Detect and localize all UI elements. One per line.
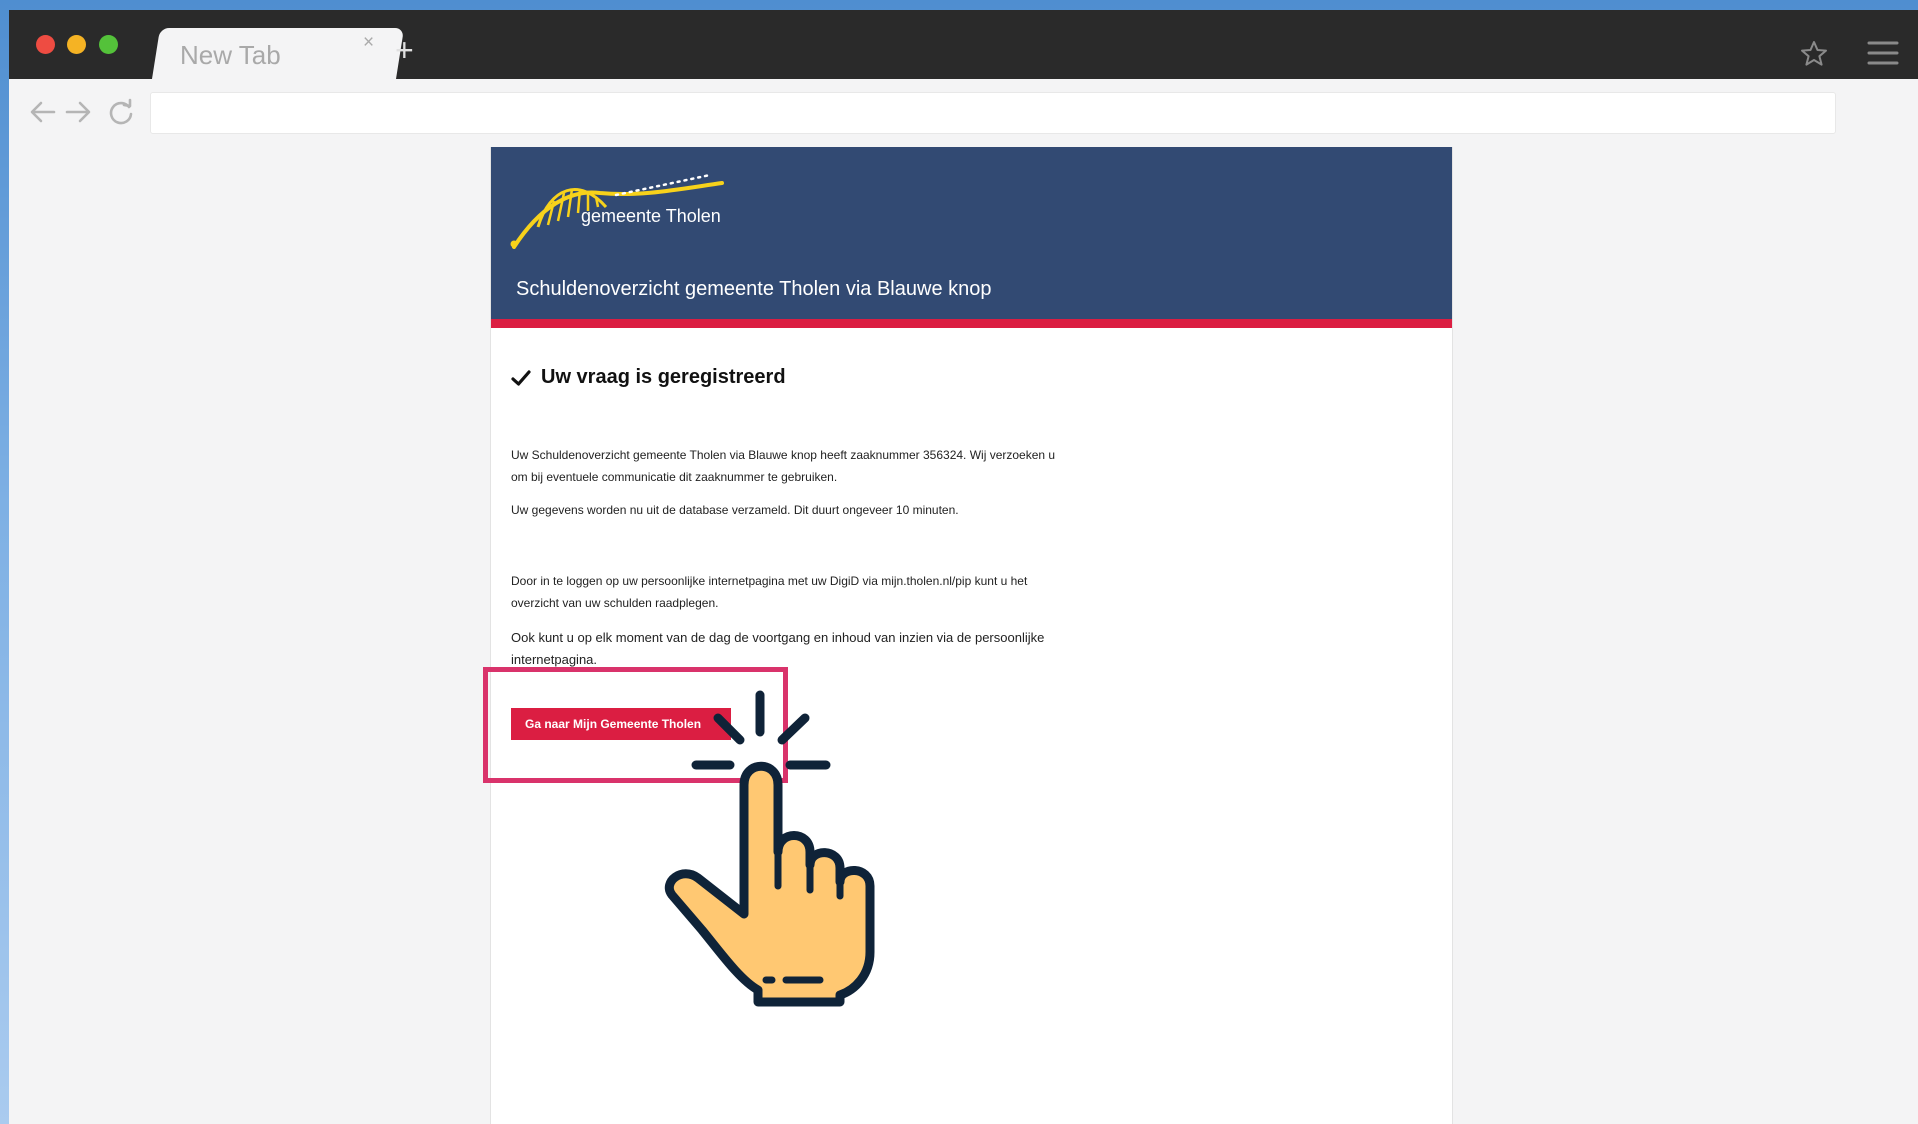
forward-arrow-icon[interactable] (61, 95, 95, 129)
minimize-window-button[interactable] (67, 35, 86, 54)
address-bar[interactable] (150, 92, 1836, 134)
case-number-text: Uw Schuldenoverzicht gemeente Tholen via… (511, 448, 1056, 484)
site-header: gemeente Tholen Schuldenoverzicht gemeen… (491, 147, 1452, 319)
hamburger-menu-icon[interactable] (1866, 38, 1900, 68)
back-arrow-icon[interactable] (26, 95, 60, 129)
pointing-hand-icon (665, 690, 875, 1007)
service-title: Schuldenoverzicht gemeente Tholen via Bl… (516, 278, 992, 300)
new-tab-button[interactable]: + (395, 34, 414, 66)
confirmation-title: Uw vraag is geregistreerd (541, 366, 786, 388)
browser-toolbar (9, 79, 1918, 143)
tab-close-icon[interactable]: × (363, 32, 374, 54)
close-window-button[interactable] (36, 35, 55, 54)
star-icon[interactable] (1799, 39, 1829, 69)
progress-info-text: Ook kunt u op elk moment van de dag de v… (511, 630, 1045, 667)
web-page: gemeente Tholen Schuldenoverzicht gemeen… (490, 147, 1453, 1124)
login-instructions-text: Door in te loggen op uw persoonlijke int… (511, 574, 1028, 610)
confirmation-heading: Uw vraag is geregistreerd (511, 366, 786, 389)
maximize-window-button[interactable] (99, 35, 118, 54)
browser-titlebar: New Tab × + (9, 10, 1918, 79)
header-accent-bar (491, 319, 1452, 328)
reload-icon[interactable] (104, 95, 138, 129)
checkmark-icon (511, 369, 531, 386)
data-collection-text: Uw gegevens worden nu uit de database ve… (511, 503, 959, 517)
tab-title: New Tab (180, 40, 281, 70)
logo-wordmark: gemeente Tholen (581, 206, 721, 226)
